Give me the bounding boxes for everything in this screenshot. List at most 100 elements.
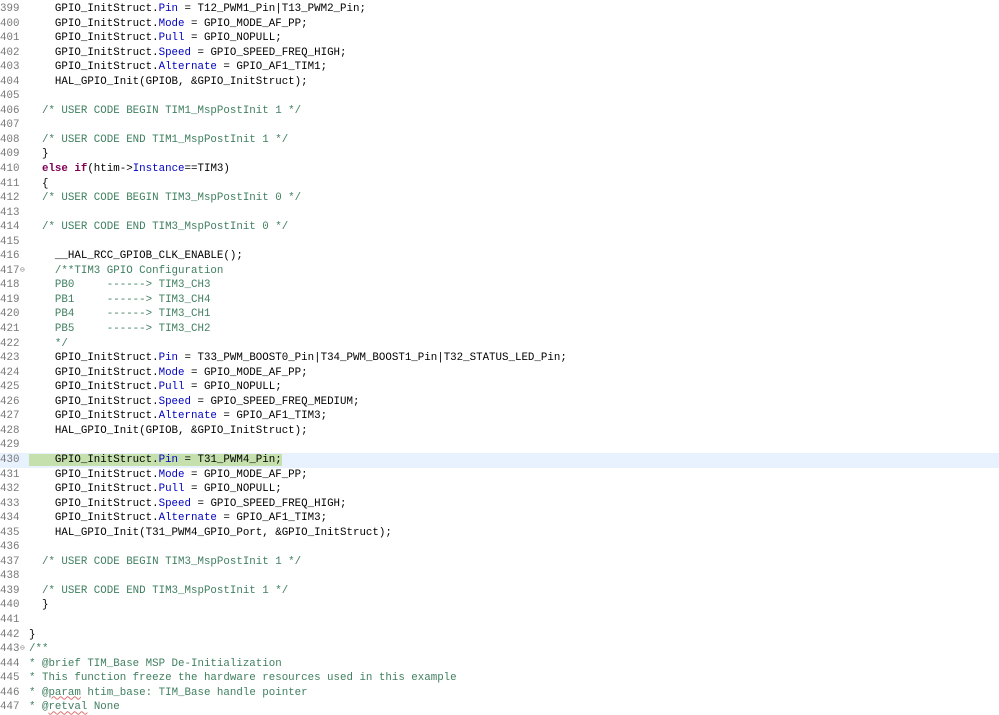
field-token: Mode <box>158 17 185 30</box>
code-line[interactable]: 419 PB1 ------> TIM3_CH4 <box>0 293 999 308</box>
code-line[interactable]: 411 { <box>0 177 999 192</box>
code-line[interactable]: 404 HAL_GPIO_Init(GPIOB, &GPIO_InitStruc… <box>0 75 999 90</box>
code-line[interactable]: 401 GPIO_InitStruct.Pull = GPIO_NOPULL; <box>0 31 999 46</box>
code-line[interactable]: 427 GPIO_InitStruct.Alternate = GPIO_AF1… <box>0 409 999 424</box>
line-number: 435 <box>0 526 20 539</box>
code-line[interactable]: 423 GPIO_InitStruct.Pin = T33_PWM_BOOST0… <box>0 351 999 366</box>
comment-token: /** <box>29 643 49 656</box>
code-line[interactable]: 435 HAL_GPIO_Init(T31_PWM4_GPIO_Port, &G… <box>0 526 999 541</box>
field-token: Pull <box>158 32 185 45</box>
line-number: 445 <box>0 672 20 685</box>
code-token: = T31_PWM4_Pin; <box>178 453 282 466</box>
line-number: 410 <box>0 163 20 176</box>
code-line[interactable]: 406 /* USER CODE BEGIN TIM1_MspPostInit … <box>0 104 999 119</box>
code-line[interactable]: 443 ⊖ /** <box>0 642 999 657</box>
code-line[interactable]: 417 ⊖ /**TIM3 GPIO Configuration <box>0 264 999 279</box>
code-line[interactable]: 430 GPIO_InitStruct.Pin = T31_PWM4_Pin; <box>0 452 999 468</box>
code-line[interactable]: 412 /* USER CODE BEGIN TIM3_MspPostInit … <box>0 191 999 206</box>
comment-token: /* USER CODE BEGIN TIM3_MspPostInit 1 */ <box>29 555 302 568</box>
code-line[interactable]: 409 } <box>0 147 999 162</box>
code-line[interactable]: 420 PB4 ------> TIM3_CH1 <box>0 307 999 322</box>
code-line[interactable]: 426 GPIO_InitStruct.Speed = GPIO_SPEED_F… <box>0 395 999 410</box>
code-line[interactable]: 415 <box>0 235 999 250</box>
code-token: } <box>29 628 36 641</box>
code-line[interactable]: 414 /* USER CODE END TIM3_MspPostInit 0 … <box>0 220 999 235</box>
code-line[interactable]: 444 * @brief TIM_Base MSP De-Initializati… <box>0 657 999 672</box>
code-token: GPIO_InitStruct. <box>29 3 159 15</box>
code-line[interactable]: 428 HAL_GPIO_Init(GPIOB, &GPIO_InitStruc… <box>0 424 999 439</box>
code-text: * @param htim_base: TIM_Base handle poin… <box>29 686 308 701</box>
line-number: 444 <box>0 657 20 670</box>
code-line[interactable]: 416 __HAL_RCC_GPIOB_CLK_ENABLE(); <box>0 249 999 264</box>
comment-token: PB0 ------> TIM3_CH3 <box>29 279 211 292</box>
code-text: PB4 ------> TIM3_CH1 <box>29 307 211 322</box>
code-line[interactable]: 405 <box>0 89 999 104</box>
line-number: 431 <box>0 468 20 481</box>
code-line[interactable]: 399 GPIO_InitStruct.Pin = T12_PWM1_Pin|T… <box>0 2 999 17</box>
code-line[interactable]: 446 * @param htim_base: TIM_Base handle p… <box>0 686 999 701</box>
line-number: 432 <box>0 483 20 496</box>
field-token: Pin <box>158 453 179 466</box>
comment-token: /**TIM3 GPIO Configuration <box>29 264 224 277</box>
code-line[interactable]: 422 */ <box>0 337 999 352</box>
field-token: Alternate <box>158 410 217 423</box>
fold-collapse-icon[interactable]: ⊖ <box>20 642 25 657</box>
code-line[interactable]: 421 PB5 ------> TIM3_CH2 <box>0 322 999 337</box>
line-number: 414 <box>0 221 20 234</box>
code-line[interactable]: 425 GPIO_InitStruct.Pull = GPIO_NOPULL; <box>0 380 999 395</box>
code-token: ==TIM3) <box>184 163 230 176</box>
code-line[interactable]: 424 GPIO_InitStruct.Mode = GPIO_MODE_AF_… <box>0 366 999 381</box>
code-line[interactable]: 429 <box>0 438 999 453</box>
field-token: Speed <box>158 497 191 510</box>
line-number: 415 <box>0 235 20 248</box>
code-text: GPIO_InitStruct.Alternate = GPIO_AF1_TIM… <box>29 409 327 424</box>
code-token: = GPIO_AF1_TIM3; <box>216 512 328 525</box>
code-text: /**TIM3 GPIO Configuration <box>29 264 223 279</box>
code-line[interactable]: 445 * This function freeze the hardware r… <box>0 671 999 686</box>
code-line[interactable]: 407 <box>0 118 999 133</box>
code-line[interactable]: 440 } <box>0 598 999 613</box>
code-token: GPIO_InitStruct. <box>29 395 159 408</box>
code-line[interactable]: 441 <box>0 613 999 628</box>
field-token: Alternate <box>158 512 217 525</box>
fold-collapse-icon[interactable]: ⊖ <box>20 264 25 279</box>
code-line[interactable]: 439 /* USER CODE END TIM3_MspPostInit 1 … <box>0 584 999 599</box>
code-token: } <box>29 148 49 161</box>
code-text: * @brief TIM_Base MSP De-Initialization <box>29 657 282 672</box>
code-text: GPIO_InitStruct.Pull = GPIO_NOPULL; <box>29 482 282 497</box>
code-line[interactable]: 431 GPIO_InitStruct.Mode = GPIO_MODE_AF_… <box>0 468 999 483</box>
code-line[interactable]: 418 PB0 ------> TIM3_CH3 <box>0 278 999 293</box>
code-line[interactable]: 433 GPIO_InitStruct.Speed = GPIO_SPEED_F… <box>0 497 999 512</box>
line-number: 419 <box>0 293 20 306</box>
code-line[interactable]: 400 GPIO_InitStruct.Mode = GPIO_MODE_AF_… <box>0 17 999 32</box>
code-token: { <box>29 177 49 190</box>
code-line[interactable]: 408 /* USER CODE END TIM1_MspPostInit 1 … <box>0 133 999 148</box>
comment-token: /* USER CODE BEGIN TIM3_MspPostInit 0 */ <box>29 192 302 205</box>
code-line[interactable]: 447 * @retval None <box>0 700 999 715</box>
code-editor[interactable]: 399 GPIO_InitStruct.Pin = T12_PWM1_Pin|T… <box>0 2 999 715</box>
code-text: GPIO_InitStruct.Pin = T12_PWM1_Pin|T13_P… <box>29 2 366 17</box>
line-number: 437 <box>0 555 20 568</box>
code-line[interactable]: 437 /* USER CODE BEGIN TIM3_MspPostInit … <box>0 555 999 570</box>
code-line[interactable]: 410 else if(htim->Instance==TIM3) <box>0 162 999 177</box>
comment-token: * This function freeze the hardware reso… <box>29 672 457 685</box>
code-line[interactable]: 434 GPIO_InitStruct.Alternate = GPIO_AF1… <box>0 511 999 526</box>
comment-token: /* USER CODE END TIM3_MspPostInit 1 */ <box>29 584 289 597</box>
selection-highlight: GPIO_InitStruct.Pin = T31_PWM4_Pin; <box>29 453 282 466</box>
code-line[interactable]: 403 GPIO_InitStruct.Alternate = GPIO_AF1… <box>0 60 999 75</box>
comment-token: param <box>48 686 81 699</box>
comment-token: /* USER CODE BEGIN TIM1_MspPostInit 1 */ <box>29 104 302 117</box>
code-line[interactable]: 442} <box>0 628 999 643</box>
code-token: GPIO_InitStruct. <box>29 410 159 423</box>
code-line[interactable]: 432 GPIO_InitStruct.Pull = GPIO_NOPULL; <box>0 482 999 497</box>
code-text: HAL_GPIO_Init(GPIOB, &GPIO_InitStruct); <box>29 424 308 439</box>
code-token: GPIO_InitStruct. <box>29 381 159 394</box>
code-line[interactable]: 438 <box>0 569 999 584</box>
code-line[interactable]: 436 <box>0 540 999 555</box>
code-text: GPIO_InitStruct.Speed = GPIO_SPEED_FREQ_… <box>29 395 360 410</box>
line-number: 403 <box>0 61 20 74</box>
code-line[interactable]: 402 GPIO_InitStruct.Speed = GPIO_SPEED_F… <box>0 46 999 61</box>
code-line[interactable]: 413 <box>0 206 999 221</box>
field-token: Pull <box>158 483 185 496</box>
